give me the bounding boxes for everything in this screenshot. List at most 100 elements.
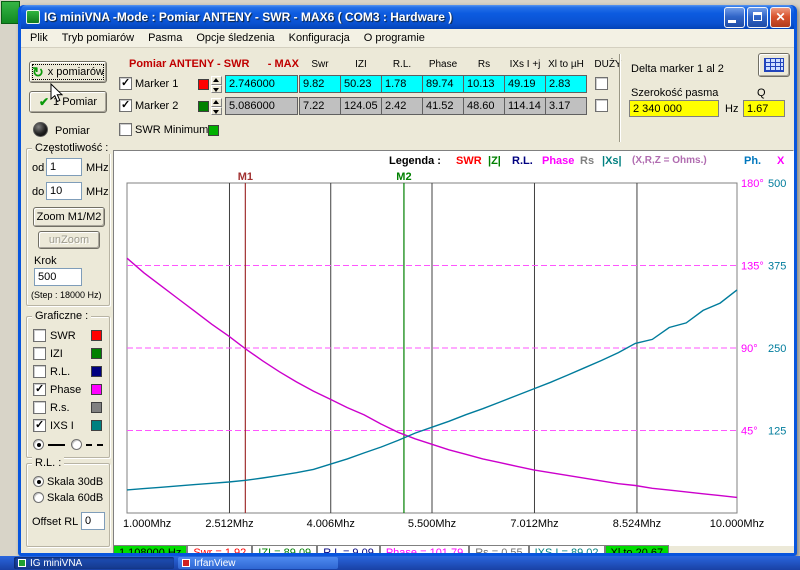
- traces-group-title: Graficzne :: [32, 310, 91, 322]
- minimize-button[interactable]: [724, 7, 745, 28]
- trace-rs-checkbox[interactable]: ✓: [33, 401, 46, 414]
- svg-text:1.000Mhz: 1.000Mhz: [123, 518, 171, 530]
- freq-to-unit-label: MHz: [86, 186, 109, 198]
- freq-from-input[interactable]: [46, 158, 82, 176]
- col-z: IZI: [340, 59, 382, 70]
- marker2-rl: 2.42: [381, 97, 423, 115]
- marker2-label: Marker 2: [135, 100, 178, 112]
- offset-rl-input[interactable]: [81, 512, 105, 530]
- menu-tryb-pomiarow[interactable]: Tryb pomiarów: [55, 30, 141, 46]
- marker1-z: 50.23: [340, 75, 382, 93]
- menu-plik[interactable]: Plik: [23, 30, 55, 46]
- solid-line-sample-icon: [48, 444, 65, 446]
- status-cell: 1.108000 Hz: [113, 545, 187, 553]
- line-dashed-radio[interactable]: [71, 439, 82, 450]
- marker2-swr: 7.22: [299, 97, 341, 115]
- marker2-xl: 3.17: [545, 97, 587, 115]
- menu-pasma[interactable]: Pasma: [141, 30, 189, 46]
- maximize-button[interactable]: [747, 7, 768, 28]
- step-label: Krok: [34, 255, 57, 267]
- rl-group-title: R.L. :: [32, 457, 64, 469]
- pomiar-label: Pomiar: [55, 125, 90, 137]
- single-measure-button[interactable]: ✔ 1 Pomiar: [29, 91, 107, 113]
- legend-xs: |Xs|: [602, 155, 622, 167]
- col-xs: IXs I +j: [504, 59, 546, 70]
- frequency-group: Częstotliwość : od MHz do MHz Zoom M1/M2…: [26, 148, 110, 306]
- legend-note: (X,R,Z = Ohms.): [632, 155, 707, 166]
- trace-swr-checkbox[interactable]: ✓: [33, 329, 46, 342]
- svg-text:4.006Mhz: 4.006Mhz: [307, 518, 355, 530]
- svg-text:45°: 45°: [741, 426, 758, 438]
- marker2-color-swatch: [198, 101, 209, 112]
- marker1-spinner[interactable]: [211, 76, 222, 93]
- marker2-duzy-checkbox[interactable]: ✓: [595, 99, 608, 112]
- svg-text:500: 500: [768, 178, 786, 190]
- trace-swr-color: [91, 330, 102, 341]
- zoom-m1-m2-button[interactable]: Zoom M1/M2: [33, 207, 105, 227]
- trace-rl-checkbox[interactable]: ✓: [33, 365, 46, 378]
- trace-z-checkbox[interactable]: ✓: [33, 347, 46, 360]
- svg-text:5.500Mhz: 5.500Mhz: [408, 518, 456, 530]
- taskbar-irfanview[interactable]: IrfanView: [178, 557, 338, 569]
- phase-axis-title: Ph.: [744, 155, 761, 167]
- svg-text:M1: M1: [238, 171, 253, 183]
- refresh-icon: ↻: [32, 66, 44, 78]
- freq-to-input[interactable]: [46, 182, 82, 200]
- svg-text:250: 250: [768, 343, 786, 355]
- traces-group: Graficzne : ✓ SWR ✓ IZI ✓ R.L. ✓ Phase ✓…: [26, 316, 110, 458]
- marker2-frequency: 5.086000: [225, 97, 298, 115]
- menu-konfiguracja[interactable]: Konfiguracja: [282, 30, 357, 46]
- marker1-duzy-checkbox[interactable]: ✓: [595, 77, 608, 90]
- bandwidth-value: 2 340 000: [629, 100, 719, 117]
- dashed-line-sample-icon: [86, 444, 103, 446]
- trace-phase-checkbox[interactable]: ✓: [33, 383, 46, 396]
- trace-rs-label: R.s.: [50, 402, 70, 414]
- marker1-swr: 9.82: [299, 75, 341, 93]
- taskbar-minivna[interactable]: IG miniVNA: [14, 557, 174, 569]
- marker2-spinner[interactable]: [211, 98, 222, 115]
- trace-xs-color: [91, 420, 102, 431]
- measure-n-button-label: x pomiarów: [48, 66, 104, 78]
- scale-60db-label: Skala 60dB: [47, 492, 103, 504]
- trace-rl-label: R.L.: [50, 366, 70, 378]
- trace-rs-color: [91, 402, 102, 413]
- status-row: 1.108000 HzSwr = 1.92IZI = 89.09R.L = 9.…: [113, 545, 669, 553]
- step-hz-label: (Step : 18000 Hz): [31, 290, 102, 300]
- minivna-task-icon: [18, 559, 26, 567]
- col-phase: Phase: [422, 59, 464, 70]
- svg-text:90°: 90°: [741, 343, 758, 355]
- chart-canvas[interactable]: 1.000Mhz2.512Mhz4.006Mhz5.500Mhz7.012Mhz…: [122, 169, 794, 543]
- menu-opcje-sledzenia[interactable]: Opcje śledzenia: [189, 30, 281, 46]
- trace-rl-color: [91, 366, 102, 377]
- marker2-xs: 114.14: [504, 97, 546, 115]
- trace-phase-color: [91, 384, 102, 395]
- trace-z-color: [91, 348, 102, 359]
- close-button[interactable]: ✕: [770, 7, 791, 28]
- status-cell: R.L = 9.09: [317, 545, 380, 553]
- window-controls: ✕: [724, 7, 791, 28]
- delta-calc-button[interactable]: [758, 53, 790, 77]
- taskbar: IG miniVNA IrfanView: [0, 556, 800, 570]
- marker2-checkbox[interactable]: ✓: [119, 99, 132, 112]
- unzoom-button[interactable]: unZoom: [38, 231, 100, 249]
- svg-text:M2: M2: [396, 171, 411, 183]
- measure-n-button[interactable]: ↻ x pomiarów: [29, 61, 107, 83]
- title-bar[interactable]: IG miniVNA -Mode : Pomiar ANTENY - SWR -…: [21, 5, 794, 29]
- svg-text:125: 125: [768, 426, 786, 438]
- menu-o-programie[interactable]: O programie: [357, 30, 432, 46]
- marker1-checkbox[interactable]: ✓: [119, 77, 132, 90]
- legend-z: |Z|: [488, 155, 501, 167]
- freq-to-label: do: [32, 186, 44, 198]
- col-rl: R.L.: [381, 59, 423, 70]
- col-rs: Rs: [463, 59, 505, 70]
- step-input[interactable]: [34, 268, 82, 286]
- swr-min-checkbox[interactable]: ✓: [119, 123, 132, 136]
- delta-marker-label: Delta marker 1 al 2: [631, 63, 724, 75]
- trace-xs-checkbox[interactable]: ✓: [33, 419, 46, 432]
- svg-text:135°: 135°: [741, 261, 764, 273]
- line-solid-radio[interactable]: [33, 439, 44, 450]
- svg-text:375: 375: [768, 261, 786, 273]
- freq-from-label: od: [32, 162, 44, 174]
- scale-30db-radio[interactable]: [33, 476, 44, 487]
- scale-60db-radio[interactable]: [33, 492, 44, 503]
